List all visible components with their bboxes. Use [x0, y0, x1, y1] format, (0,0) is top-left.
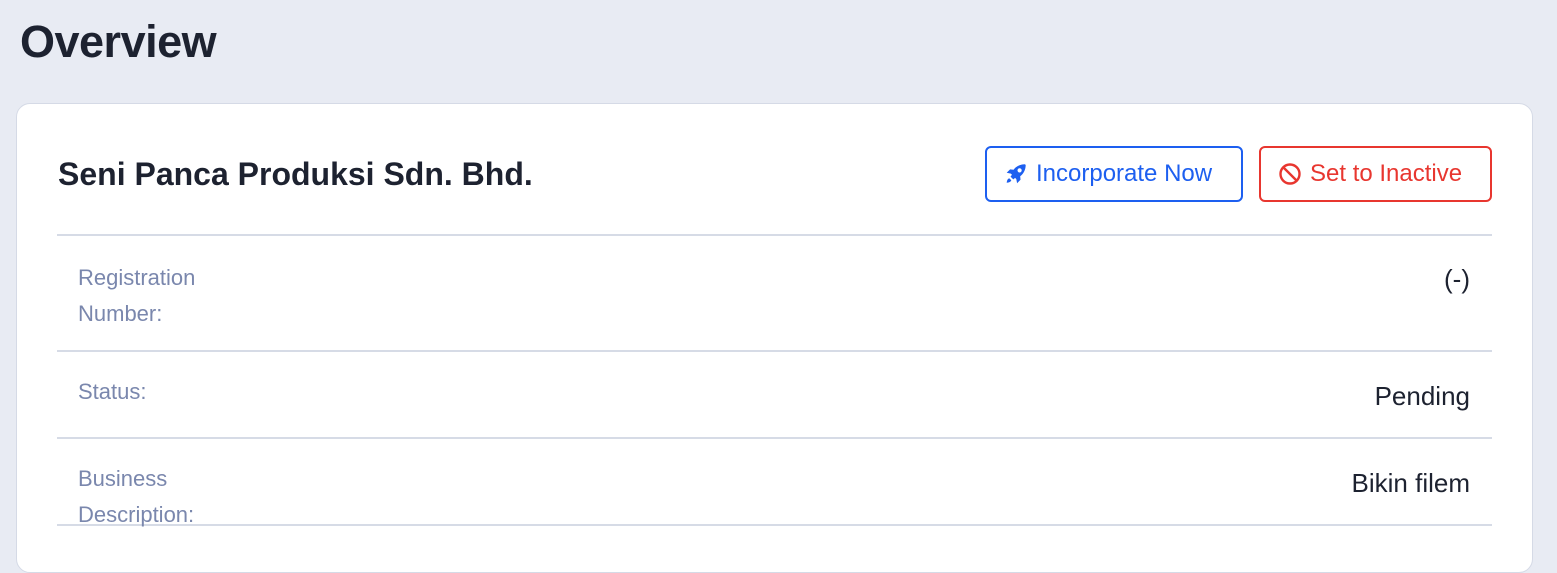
rocket-icon	[1004, 162, 1028, 186]
incorporate-now-label: Incorporate Now	[1036, 160, 1213, 187]
company-details-list: Registration Number: (-) Status: Pending…	[57, 234, 1492, 527]
business-description-value: Bikin filem	[1351, 468, 1470, 498]
page-title: Overview	[20, 16, 217, 67]
company-name: Seni Panca Produksi Sdn. Bhd.	[58, 156, 533, 192]
business-description-row: Business Description: Bikin filem	[57, 439, 1492, 527]
status-label: Status:	[78, 379, 147, 404]
set-to-inactive-label: Set to Inactive	[1310, 160, 1463, 187]
status-row: Status: Pending	[57, 352, 1492, 439]
status-value: Pending	[1374, 381, 1470, 411]
registration-number-row: Registration Number: (-)	[57, 236, 1492, 352]
registration-number-label: Registration Number:	[78, 265, 196, 326]
set-to-inactive-button[interactable]: Set to Inactive	[1259, 146, 1492, 202]
company-actions: Incorporate Now Set to Inactive	[985, 146, 1492, 202]
registration-number-value: (-)	[1444, 264, 1470, 294]
business-description-label: Business Description:	[78, 466, 195, 527]
incorporate-now-button[interactable]: Incorporate Now	[985, 146, 1243, 202]
ban-icon	[1278, 162, 1302, 186]
company-overview-card: Seni Panca Produksi Sdn. Bhd. Incorporat…	[16, 103, 1533, 573]
